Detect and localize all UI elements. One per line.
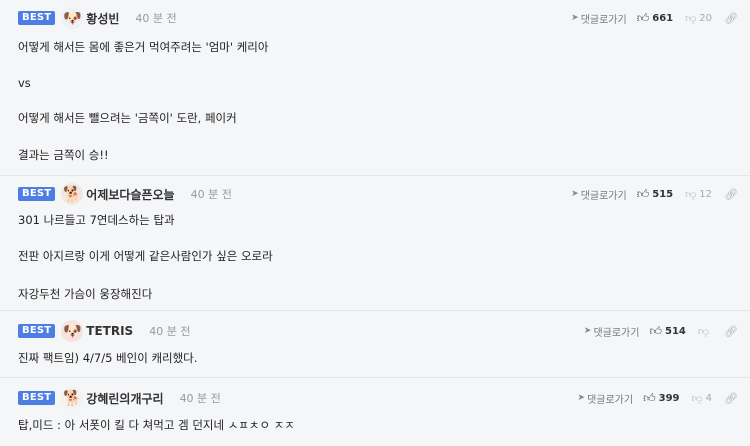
like-button[interactable]: 👍︎ 399 [643, 391, 679, 406]
like-count: 661 [652, 12, 674, 24]
reply-link[interactable]: ➤ 댓글로가기 [571, 187, 627, 202]
dog-face-icon[interactable]: 🐶 [61, 7, 84, 29]
thumbs-down-icon: 👎︎ [685, 11, 697, 25]
thumbs-up-icon: 👍︎ [643, 390, 656, 405]
comment-author[interactable]: 어제보다슬픈오늘 [86, 186, 174, 203]
comment-text-line: 결과는 금쪽이 승!! [18, 148, 109, 162]
comment-text-line: 전판 아지르랑 이게 어떻게 같은사람인가 싶은 오로라 [18, 249, 273, 263]
comment-list: BEST 🐶 황성빈 40 분 전 ➤ 댓글로가기 👍︎ 661 👎︎ 20 🔗︎ 어… [0, 0, 750, 446]
share-icon[interactable]: 🔗︎ [724, 12, 738, 25]
like-button[interactable]: 👍︎ 514 [649, 324, 685, 339]
comment-time: 40 분 전 [149, 325, 191, 338]
reply-label: 댓글로가기 [587, 394, 634, 406]
comment-time: 40 분 전 [135, 12, 177, 25]
comment-header: BEST 🐕 어제보다슬픈오늘 40 분 전 ➤ 댓글로가기 👍︎ 515 👎︎ 12… [18, 181, 738, 207]
reply-label: 댓글로가기 [593, 327, 640, 339]
comment-text-line: vs [18, 76, 31, 90]
comment-time: 40 분 전 [190, 188, 232, 201]
best-badge: BEST [18, 391, 56, 405]
comment-actions: ➤ 댓글로가기 👍︎ 514 👎︎ 🔗︎ [584, 324, 738, 339]
comment-text-line: 어떻게 해서든 몸에 좋은거 먹여주려는 '엄마' 케리아 [18, 40, 269, 54]
white-dog-icon[interactable]: 🐕 [61, 387, 84, 409]
comment-text-line: 진짜 팩트임) 4/7/5 베인이 캐리했다. [18, 351, 198, 365]
like-button[interactable]: 👍︎ 515 [637, 187, 673, 202]
comment-header: BEST 🐶 TETRIS 40 분 전 ➤ 댓글로가기 👍︎ 514 👎︎ 🔗︎ [18, 318, 738, 344]
best-comment: BEST 🐶 황성빈 40 분 전 ➤ 댓글로가기 👍︎ 661 👎︎ 20 🔗︎ 어… [0, 0, 750, 176]
dislike-button[interactable]: 👎︎ [698, 325, 712, 338]
share-icon[interactable]: 🔗︎ [724, 325, 738, 338]
comment-author[interactable]: 강혜린의개구리 [86, 390, 163, 407]
like-button[interactable]: 👍︎ 661 [637, 11, 673, 26]
reply-label: 댓글로가기 [580, 14, 627, 26]
comment-actions: ➤ 댓글로가기 👍︎ 399 👎︎ 4 🔗︎ [578, 391, 738, 406]
best-badge: BEST [18, 11, 56, 25]
best-badge: BEST [18, 324, 56, 338]
comment-actions: ➤ 댓글로가기 👍︎ 661 👎︎ 20 🔗︎ [571, 11, 738, 26]
thumbs-down-icon: 👎︎ [691, 391, 703, 405]
comment-text-line: 301 나르들고 7연데스하는 탑과 [18, 213, 175, 227]
send-arrow-icon: ➤ [577, 393, 586, 403]
thumbs-down-icon: 👎︎ [685, 187, 697, 201]
like-count: 399 [658, 392, 680, 404]
comment-text-line: 어떻게 해서든 뺄으려는 '금쪽이' 도란, 페이커 [18, 111, 237, 125]
dislike-count: 4 [705, 392, 713, 404]
dislike-count: 20 [699, 12, 713, 24]
puppy-face-icon[interactable]: 🐕 [61, 183, 84, 205]
dislike-button[interactable]: 👎︎ 4 [691, 392, 712, 405]
thumbs-up-icon: 👍︎ [636, 186, 650, 201]
reply-link[interactable]: ➤ 댓글로가기 [584, 324, 640, 339]
dislike-button[interactable]: 👎︎ 12 [685, 188, 712, 201]
share-icon[interactable]: 🔗︎ [724, 392, 738, 405]
santa-dog-icon[interactable]: 🐶 [61, 320, 84, 342]
dislike-button[interactable]: 👎︎ 20 [685, 12, 712, 25]
comment-text-line: 자강두천 가슴이 웅장해진다 [18, 287, 153, 301]
comment-author[interactable]: TETRIS [86, 324, 133, 338]
like-count: 515 [652, 188, 674, 200]
share-icon[interactable]: 🔗︎ [724, 188, 738, 201]
comment-header: BEST 🐕 강혜린의개구리 40 분 전 ➤ 댓글로가기 👍︎ 399 👎︎ 4 🔗… [18, 385, 738, 411]
comment-time: 40 분 전 [179, 392, 221, 405]
reply-link[interactable]: ➤ 댓글로가기 [571, 11, 627, 26]
best-comment: BEST 🐶 TETRIS 40 분 전 ➤ 댓글로가기 👍︎ 514 👎︎ 🔗︎ … [0, 311, 750, 378]
comment-header: BEST 🐶 황성빈 40 분 전 ➤ 댓글로가기 👍︎ 661 👎︎ 20 🔗︎ [18, 5, 738, 31]
send-arrow-icon: ➤ [571, 189, 579, 199]
best-badge: BEST [18, 187, 56, 201]
thumbs-down-icon: 👎︎ [697, 324, 710, 338]
thumbs-up-icon: 👍︎ [649, 323, 662, 338]
send-arrow-icon: ➤ [583, 326, 592, 336]
dislike-count: 12 [699, 188, 713, 200]
comment-actions: ➤ 댓글로가기 👍︎ 515 👎︎ 12 🔗︎ [571, 187, 738, 202]
send-arrow-icon: ➤ [571, 13, 579, 23]
comment-author[interactable]: 황성빈 [86, 10, 119, 27]
best-comment: BEST 🐕 어제보다슬픈오늘 40 분 전 ➤ 댓글로가기 👍︎ 515 👎︎ 12… [0, 176, 750, 311]
thumbs-up-icon: 👍︎ [636, 10, 650, 25]
best-comment: BEST 🐕 강혜린의개구리 40 분 전 ➤ 댓글로가기 👍︎ 399 👎︎ 4 🔗… [0, 378, 750, 446]
comment-text-line: 탑,미드 : 아 서폿이 킬 다 쳐먹고 겜 던지네 ㅅㅍㅊㅇ ㅈㅈ [18, 418, 295, 432]
reply-label: 댓글로가기 [580, 190, 627, 202]
like-count: 514 [664, 325, 686, 337]
reply-link[interactable]: ➤ 댓글로가기 [578, 391, 634, 406]
